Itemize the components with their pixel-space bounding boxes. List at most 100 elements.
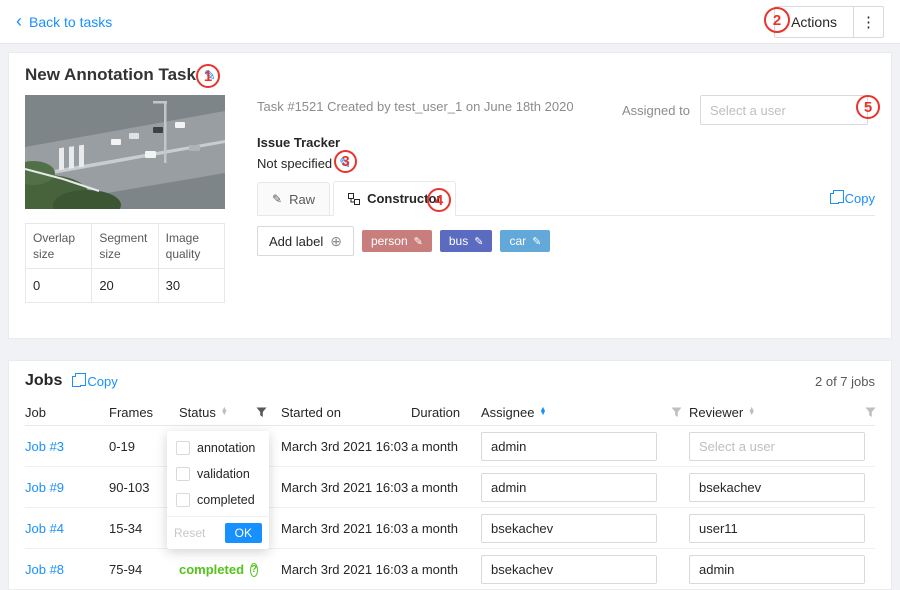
job-link[interactable]: Job #4	[25, 521, 109, 536]
duration-cell: a month	[411, 521, 481, 536]
job-assignee-input[interactable]	[481, 473, 657, 502]
filter-ok-button[interactable]: OK	[225, 523, 262, 543]
started-cell: March 3rd 2021 16:03	[281, 480, 411, 495]
actions-group: Actions ⋮	[774, 6, 884, 38]
param-header-segment: Segment size	[92, 224, 158, 269]
task-preview-image	[25, 95, 225, 209]
copy-icon	[72, 376, 81, 387]
assigned-to-group: Assigned to	[622, 95, 868, 125]
job-reviewer-input[interactable]	[689, 514, 865, 543]
filter-reset-button[interactable]: Reset	[174, 526, 205, 540]
param-value-overlap: 0	[26, 269, 92, 303]
param-header-overlap: Overlap size	[26, 224, 92, 269]
chevron-left-icon: ‹	[16, 12, 22, 30]
callout-4: 4	[427, 188, 451, 212]
params-header-row: Overlap size Segment size Image quality	[26, 224, 225, 269]
label-tag-bus[interactable]: bus ✎	[440, 230, 493, 252]
column-started-on: Started on	[281, 405, 411, 420]
filter-footer: Reset OK	[167, 516, 269, 549]
job-row: Job #4 15-34 March 3rd 2021 16:03 a mont…	[25, 508, 875, 549]
page: ‹ Back to tasks Actions ⋮ New Annotation…	[0, 0, 900, 590]
reviewer-filter-button[interactable]	[863, 407, 877, 418]
filter-option-label: validation	[197, 467, 250, 481]
column-reviewer-sort[interactable]: Reviewer ▲▼	[689, 405, 863, 420]
more-actions-button[interactable]: ⋮	[854, 6, 884, 38]
filter-option-completed[interactable]: completed	[167, 487, 269, 513]
labels-tabs: ✎ Raw Constructor Copy	[257, 181, 875, 216]
job-reviewer-input[interactable]	[689, 432, 865, 461]
job-reviewer-input[interactable]	[689, 473, 865, 502]
edit-label-icon[interactable]: ✎	[474, 235, 483, 248]
filter-option-label: annotation	[197, 441, 255, 455]
pencil-icon: ✎	[272, 192, 282, 206]
filter-option-label: completed	[197, 493, 255, 507]
jobs-table: Job Frames Status ▲▼ Started on Duration…	[25, 399, 875, 590]
duration-cell: a month	[411, 480, 481, 495]
back-to-tasks-link[interactable]: ‹ Back to tasks	[16, 14, 112, 30]
task-meta: Task #1521 Created by test_user_1 on Jun…	[257, 99, 574, 114]
issue-tracker-value: Not specified	[257, 156, 332, 171]
task-title: New Annotation Task	[25, 65, 196, 85]
duration-cell: a month	[411, 562, 481, 577]
add-label-button[interactable]: Add label ⊕	[257, 226, 354, 256]
callout-3: 3	[334, 150, 357, 173]
column-duration: Duration	[411, 405, 481, 420]
filter-funnel-icon	[865, 407, 876, 418]
started-cell: March 3rd 2021 16:03	[281, 562, 411, 577]
label-tag-person-name: person	[371, 234, 408, 248]
checkbox-icon[interactable]	[176, 467, 190, 481]
label-tag-car-name: car	[509, 234, 526, 248]
label-tag-car[interactable]: car ✎	[500, 230, 550, 252]
params-value-row: 0 20 30	[26, 269, 225, 303]
job-assignee-input[interactable]	[481, 555, 657, 584]
tab-raw[interactable]: ✎ Raw	[257, 182, 330, 215]
task-assignee-select[interactable]	[700, 95, 868, 125]
plus-circle-icon: ⊕	[330, 234, 342, 248]
started-cell: March 3rd 2021 16:03	[281, 439, 411, 454]
callout-1: 1	[196, 64, 220, 88]
block-icon	[348, 193, 360, 205]
checkbox-icon[interactable]	[176, 441, 190, 455]
jobs-card: Jobs Copy 2 of 7 jobs Job Frames Status …	[8, 360, 892, 590]
task-params-table: Overlap size Segment size Image quality …	[25, 223, 225, 303]
copy-labels-link[interactable]: Copy	[830, 191, 875, 215]
label-tag-bus-name: bus	[449, 234, 468, 248]
edit-label-icon[interactable]: ✎	[532, 235, 541, 248]
job-row: Job #8 75-94 completed ? March 3rd 2021 …	[25, 549, 875, 590]
labels-constructor: Add label ⊕ person ✎ bus ✎ car ✎	[257, 226, 550, 256]
column-frames: Frames	[109, 405, 179, 420]
filter-option-validation[interactable]: validation	[167, 461, 269, 487]
frames-cell: 75-94	[109, 562, 179, 577]
callout-5: 5	[856, 95, 880, 119]
job-link[interactable]: Job #3	[25, 439, 109, 454]
assigned-to-label: Assigned to	[622, 103, 690, 118]
column-status-sort[interactable]: Status ▲▼	[179, 405, 241, 420]
column-assignee-sort[interactable]: Assignee ▲▼	[481, 405, 663, 420]
question-circle-icon[interactable]: ?	[250, 563, 258, 577]
copy-jobs-link[interactable]: Copy	[72, 374, 117, 389]
checkbox-icon[interactable]	[176, 493, 190, 507]
edit-label-icon[interactable]: ✎	[414, 235, 423, 248]
add-label-label: Add label	[269, 234, 323, 249]
label-tag-person[interactable]: person ✎	[362, 230, 432, 252]
job-assignee-input[interactable]	[481, 432, 657, 461]
tab-raw-label: Raw	[289, 192, 315, 207]
param-value-segment: 20	[92, 269, 158, 303]
duration-cell: a month	[411, 439, 481, 454]
filter-option-annotation[interactable]: annotation	[167, 435, 269, 461]
status-filter-button[interactable]	[241, 407, 281, 418]
back-to-tasks-label: Back to tasks	[29, 14, 112, 30]
job-reviewer-input[interactable]	[689, 555, 865, 584]
filter-funnel-icon	[256, 407, 267, 418]
issue-tracker-label: Issue Tracker	[257, 135, 340, 150]
job-row: Job #9 90-103 March 3rd 2021 16:03 a mon…	[25, 467, 875, 508]
copy-icon	[830, 193, 839, 204]
jobs-header: Jobs Copy 2 of 7 jobs	[25, 372, 875, 390]
copy-labels-label: Copy	[845, 191, 875, 206]
sort-icon: ▲▼	[221, 408, 228, 416]
job-row: Job #3 0-19 March 3rd 2021 16:03 a month	[25, 426, 875, 467]
job-link[interactable]: Job #8	[25, 562, 109, 577]
job-link[interactable]: Job #9	[25, 480, 109, 495]
job-assignee-input[interactable]	[481, 514, 657, 543]
assignee-filter-button[interactable]	[663, 407, 689, 418]
